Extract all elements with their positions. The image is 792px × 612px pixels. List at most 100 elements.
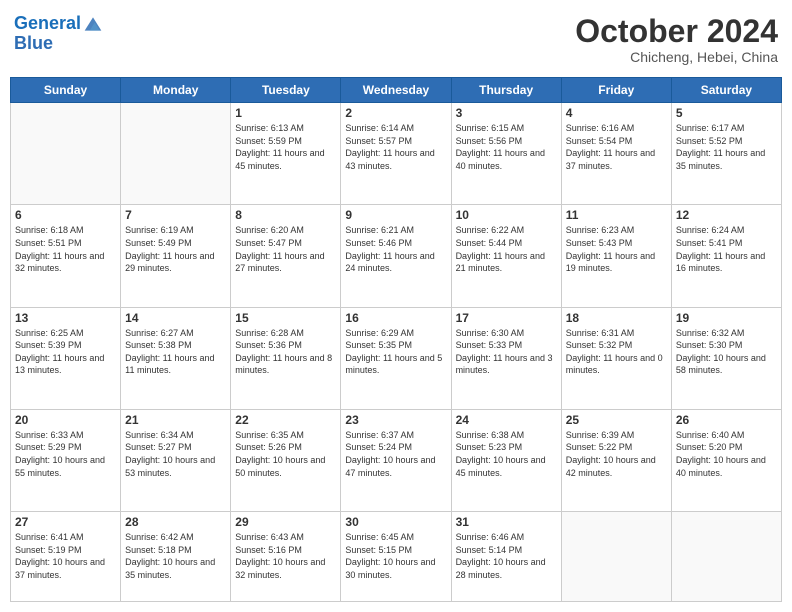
day-number: 7 [125,208,226,222]
day-number: 8 [235,208,336,222]
calendar-cell: 6 Sunrise: 6:18 AM Sunset: 5:51 PM Daylig… [11,205,121,307]
calendar-cell: 7 Sunrise: 6:19 AM Sunset: 5:49 PM Daylig… [121,205,231,307]
day-info: Sunrise: 6:13 AM Sunset: 5:59 PM Dayligh… [235,122,336,172]
calendar-cell: 22Sunrise: 6:35 AM Sunset: 5:26 PM Dayli… [231,409,341,511]
calendar-cell: 15 Sunrise: 6:28 AM Sunset: 5:36 PM Dayli… [231,307,341,409]
calendar-cell: 14 Sunrise: 6:27 AM Sunset: 5:38 PM Dayli… [121,307,231,409]
day-info: Sunrise: 6:27 AM Sunset: 5:38 PM Dayligh… [125,327,226,377]
weekday-header-saturday: Saturday [671,78,781,103]
calendar-week-2: 6 Sunrise: 6:18 AM Sunset: 5:51 PM Daylig… [11,205,782,307]
day-info: Sunrise: 6:23 AM Sunset: 5:43 PM Dayligh… [566,224,667,274]
day-info: Sunrise: 6:30 AM Sunset: 5:33 PM Dayligh… [456,327,557,377]
day-number: 17 [456,311,557,325]
day-info: Sunrise: 6:34 AM Sunset: 5:27 PM Dayligh… [125,429,226,479]
day-number: 5 [676,106,777,120]
day-info: Sunrise: 6:19 AM Sunset: 5:49 PM Dayligh… [125,224,226,274]
day-number: 16 [345,311,446,325]
month-title: October 2024 [575,14,778,49]
logo-blue-text: Blue [14,34,103,54]
day-number: 13 [15,311,116,325]
calendar-cell: 23 Sunrise: 6:37 AM Sunset: 5:24 PM Dayli… [341,409,451,511]
calendar-week-1: 1 Sunrise: 6:13 AM Sunset: 5:59 PM Daylig… [11,103,782,205]
calendar-cell: 28 Sunrise: 6:42 AM Sunset: 5:18 PM Dayli… [121,511,231,601]
header: General Blue October 2024 Chicheng, Hebe… [10,10,782,69]
day-number: 19 [676,311,777,325]
calendar-cell: 2Sunrise: 6:14 AM Sunset: 5:57 PM Daylig… [341,103,451,205]
day-info: Sunrise: 6:18 AM Sunset: 5:51 PM Dayligh… [15,224,116,274]
day-info: Sunrise: 6:37 AM Sunset: 5:24 PM Dayligh… [345,429,446,479]
calendar-cell: 8 Sunrise: 6:20 AM Sunset: 5:47 PM Daylig… [231,205,341,307]
weekday-header-thursday: Thursday [451,78,561,103]
calendar-cell: 17 Sunrise: 6:30 AM Sunset: 5:33 PM Dayli… [451,307,561,409]
day-number: 12 [676,208,777,222]
day-number: 15 [235,311,336,325]
day-info: Sunrise: 6:42 AM Sunset: 5:18 PM Dayligh… [125,531,226,581]
day-number: 26 [676,413,777,427]
weekday-header-monday: Monday [121,78,231,103]
logo-text: General [14,14,81,34]
day-number: 21 [125,413,226,427]
calendar-cell: 4 Sunrise: 6:16 AM Sunset: 5:54 PM Daylig… [561,103,671,205]
day-number: 27 [15,515,116,529]
calendar-week-4: 20 Sunrise: 6:33 AM Sunset: 5:29 PM Dayli… [11,409,782,511]
calendar-cell [11,103,121,205]
day-info: Sunrise: 6:31 AM Sunset: 5:32 PM Dayligh… [566,327,667,377]
calendar-cell: 12 Sunrise: 6:24 AM Sunset: 5:41 PM Dayli… [671,205,781,307]
day-info: Sunrise: 6:20 AM Sunset: 5:47 PM Dayligh… [235,224,336,274]
day-number: 18 [566,311,667,325]
day-info: Sunrise: 6:17 AM Sunset: 5:52 PM Dayligh… [676,122,777,172]
title-block: October 2024 Chicheng, Hebei, China [575,14,778,65]
calendar-table: SundayMondayTuesdayWednesdayThursdayFrid… [10,77,782,602]
weekday-header-row: SundayMondayTuesdayWednesdayThursdayFrid… [11,78,782,103]
logo-icon [83,14,103,34]
calendar-cell: 18 Sunrise: 6:31 AM Sunset: 5:32 PM Dayli… [561,307,671,409]
day-info: Sunrise: 6:16 AM Sunset: 5:54 PM Dayligh… [566,122,667,172]
day-info: Sunrise: 6:39 AM Sunset: 5:22 PM Dayligh… [566,429,667,479]
day-info: Sunrise: 6:38 AM Sunset: 5:23 PM Dayligh… [456,429,557,479]
day-info: Sunrise: 6:33 AM Sunset: 5:29 PM Dayligh… [15,429,116,479]
day-number: 6 [15,208,116,222]
day-info: Sunrise: 6:28 AM Sunset: 5:36 PM Dayligh… [235,327,336,377]
calendar-cell: 9 Sunrise: 6:21 AM Sunset: 5:46 PM Daylig… [341,205,451,307]
calendar-cell [121,103,231,205]
day-number: 10 [456,208,557,222]
calendar-cell: 21 Sunrise: 6:34 AM Sunset: 5:27 PM Dayli… [121,409,231,511]
logo: General Blue [14,14,103,54]
day-number: 4 [566,106,667,120]
calendar-cell: 29 Sunrise: 6:43 AM Sunset: 5:16 PM Dayli… [231,511,341,601]
page: General Blue October 2024 Chicheng, Hebe… [0,0,792,612]
day-info: Sunrise: 6:14 AM Sunset: 5:57 PM Dayligh… [345,122,446,172]
day-info: Sunrise: 6:21 AM Sunset: 5:46 PM Dayligh… [345,224,446,274]
calendar-cell: 27Sunrise: 6:41 AM Sunset: 5:19 PM Dayli… [11,511,121,601]
calendar-cell: 16 Sunrise: 6:29 AM Sunset: 5:35 PM Dayli… [341,307,451,409]
weekday-header-friday: Friday [561,78,671,103]
day-number: 14 [125,311,226,325]
day-info: Sunrise: 6:29 AM Sunset: 5:35 PM Dayligh… [345,327,446,377]
day-number: 20 [15,413,116,427]
calendar-cell: 19 Sunrise: 6:32 AM Sunset: 5:30 PM Dayli… [671,307,781,409]
calendar-cell: 10 Sunrise: 6:22 AM Sunset: 5:44 PM Dayli… [451,205,561,307]
day-number: 11 [566,208,667,222]
day-info: Sunrise: 6:22 AM Sunset: 5:44 PM Dayligh… [456,224,557,274]
calendar-week-5: 27Sunrise: 6:41 AM Sunset: 5:19 PM Dayli… [11,511,782,601]
day-number: 28 [125,515,226,529]
day-number: 9 [345,208,446,222]
day-info: Sunrise: 6:46 AM Sunset: 5:14 PM Dayligh… [456,531,557,581]
weekday-header-tuesday: Tuesday [231,78,341,103]
calendar-cell [561,511,671,601]
day-number: 25 [566,413,667,427]
day-number: 1 [235,106,336,120]
day-info: Sunrise: 6:35 AM Sunset: 5:26 PM Dayligh… [235,429,336,479]
day-number: 3 [456,106,557,120]
day-number: 29 [235,515,336,529]
day-info: Sunrise: 6:24 AM Sunset: 5:41 PM Dayligh… [676,224,777,274]
day-info: Sunrise: 6:43 AM Sunset: 5:16 PM Dayligh… [235,531,336,581]
calendar-week-3: 13Sunrise: 6:25 AM Sunset: 5:39 PM Dayli… [11,307,782,409]
calendar-cell: 5 Sunrise: 6:17 AM Sunset: 5:52 PM Daylig… [671,103,781,205]
calendar-cell: 1 Sunrise: 6:13 AM Sunset: 5:59 PM Daylig… [231,103,341,205]
calendar-cell: 11 Sunrise: 6:23 AM Sunset: 5:43 PM Dayli… [561,205,671,307]
day-number: 23 [345,413,446,427]
day-info: Sunrise: 6:45 AM Sunset: 5:15 PM Dayligh… [345,531,446,581]
day-info: Sunrise: 6:32 AM Sunset: 5:30 PM Dayligh… [676,327,777,377]
day-number: 30 [345,515,446,529]
